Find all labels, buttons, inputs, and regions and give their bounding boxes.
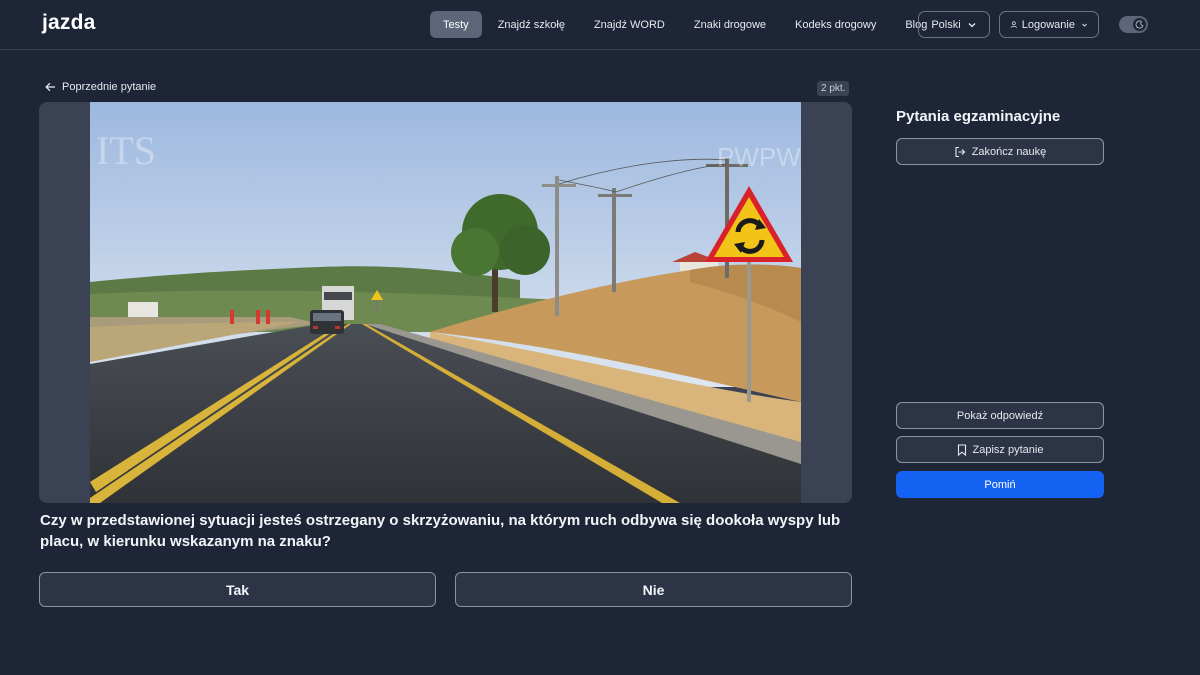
- logo[interactable]: jazda: [42, 11, 96, 35]
- nav-item-find-word[interactable]: Znajdź WORD: [581, 11, 678, 38]
- end-learning-button[interactable]: Zakończ naukę: [896, 138, 1104, 165]
- show-answer-button[interactable]: Pokaż odpowiedź: [896, 402, 1104, 429]
- show-answer-label: Pokaż odpowiedź: [956, 409, 1044, 422]
- sidebar-title: Pytania egzaminacyjne: [896, 108, 1061, 125]
- end-learning-label: Zakończ naukę: [971, 145, 1047, 158]
- login-label: Logowanie: [1021, 18, 1075, 31]
- language-select[interactable]: Polski: [918, 11, 990, 38]
- watermark-pwpw: PWPW: [717, 142, 801, 172]
- theme-toggle[interactable]: [1119, 16, 1148, 33]
- arrow-left-icon: [45, 82, 55, 92]
- chevron-down-icon: [968, 22, 976, 27]
- chevron-down-icon: [1082, 23, 1087, 27]
- logo-text: jazda: [42, 11, 96, 34]
- nav-item-traffic-code[interactable]: Kodeks drogowy: [782, 11, 889, 38]
- question-text: Czy w przedstawionej sytuacji jesteś ost…: [40, 512, 841, 550]
- question-media: ITS PWPW: [39, 102, 852, 503]
- nav-item-testy[interactable]: Testy: [430, 11, 482, 38]
- answer-no-button[interactable]: Nie: [455, 572, 852, 607]
- bookmark-icon: [957, 443, 966, 456]
- login-button[interactable]: Logowanie: [999, 11, 1099, 38]
- points-badge: 2 pkt.: [817, 81, 850, 96]
- answer-yes-button[interactable]: Tak: [39, 572, 436, 607]
- nav-item-find-school[interactable]: Znajdź szkołę: [485, 11, 578, 38]
- previous-question-label: Poprzednie pytanie: [62, 81, 157, 93]
- user-icon: [1010, 21, 1017, 28]
- main-nav: Testy Znajdź szkołę Znajdź WORD Znaki dr…: [430, 11, 943, 38]
- save-question-button[interactable]: Zapisz pytanie: [896, 436, 1104, 463]
- moon-icon: [1133, 18, 1146, 31]
- save-question-label: Zapisz pytanie: [972, 443, 1044, 456]
- top-navbar: jazda Testy Znajdź szkołę Znajdź WORD Zn…: [0, 0, 1200, 50]
- skip-button[interactable]: Pomiń: [896, 471, 1104, 498]
- language-label: Polski: [931, 18, 961, 31]
- skip-label: Pomiń: [984, 478, 1016, 491]
- watermark-its: ITS: [96, 128, 156, 173]
- road-photo: ITS PWPW: [90, 102, 801, 503]
- previous-question-link[interactable]: Poprzednie pytanie: [45, 81, 156, 93]
- nav-item-road-signs[interactable]: Znaki drogowe: [681, 11, 779, 38]
- logout-icon: [955, 146, 965, 157]
